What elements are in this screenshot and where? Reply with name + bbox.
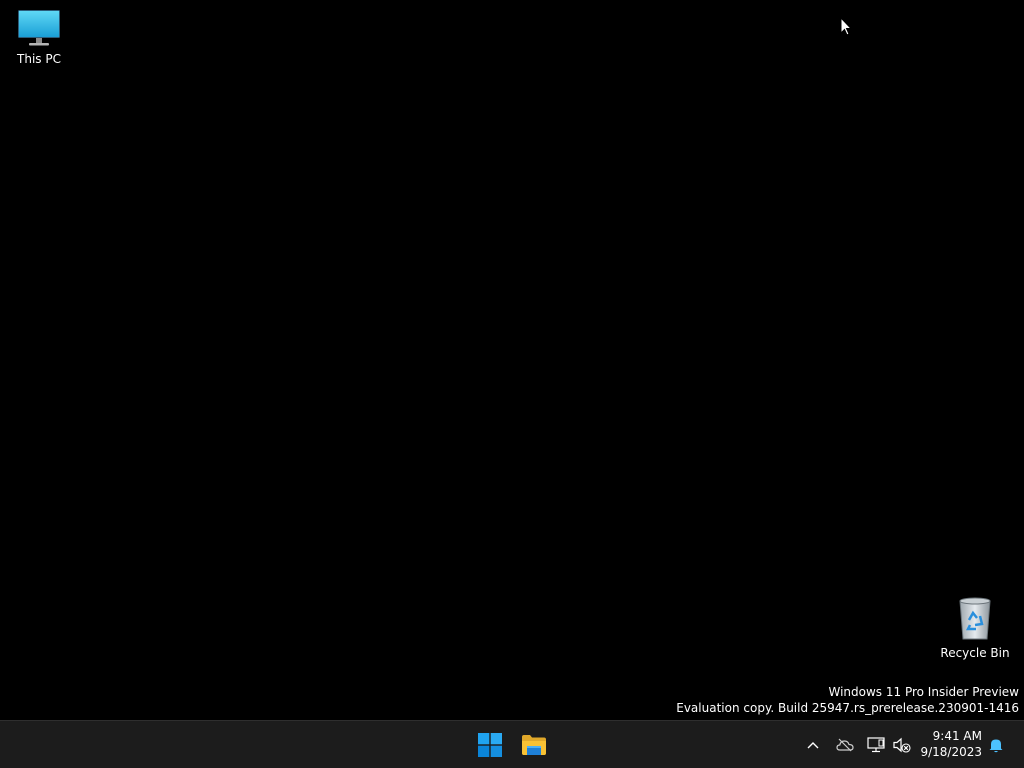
volume-tray-button[interactable] [892, 735, 912, 755]
notification-center-button[interactable] [986, 735, 1006, 755]
volume-muted-icon [893, 737, 911, 753]
chevron-up-icon [807, 742, 819, 749]
desktop-icon-recycle-bin[interactable]: Recycle Bin [937, 596, 1013, 660]
monitor-icon [18, 10, 60, 46]
notification-bell-icon [989, 739, 1003, 753]
file-explorer-button[interactable] [514, 725, 554, 765]
desktop-icon-label: This PC [17, 52, 61, 66]
desktop-background[interactable]: This PC Recycle Bin Windows 11 Pro Insid… [0, 0, 1024, 720]
mouse-pointer-icon [840, 17, 852, 36]
folder-icon [522, 735, 546, 755]
start-button[interactable] [470, 725, 510, 765]
network-icon [867, 737, 885, 753]
recycle-bin-icon [959, 597, 991, 640]
onedrive-tray-button[interactable] [835, 735, 855, 755]
taskbar-clock[interactable]: 9:41 AM 9/18/2023 [918, 728, 982, 760]
watermark-line-build: Evaluation copy. Build 25947.rs_prerelea… [676, 700, 1019, 715]
network-tray-button[interactable] [866, 735, 886, 755]
desktop-icon-label: Recycle Bin [940, 646, 1010, 660]
clock-date: 9/18/2023 [920, 745, 982, 759]
onedrive-offline-icon [836, 738, 854, 752]
clock-time: 9:41 AM [932, 729, 982, 743]
watermark-line-edition: Windows 11 Pro Insider Preview [828, 685, 1019, 699]
evaluation-watermark: Windows 11 Pro Insider Preview Evaluatio… [676, 685, 1019, 716]
show-hidden-icons-button[interactable] [803, 735, 823, 755]
taskbar: 9:41 AM 9/18/2023 [0, 720, 1024, 768]
windows-logo-icon [478, 733, 502, 757]
desktop-icon-this-pc[interactable]: This PC [1, 8, 77, 66]
